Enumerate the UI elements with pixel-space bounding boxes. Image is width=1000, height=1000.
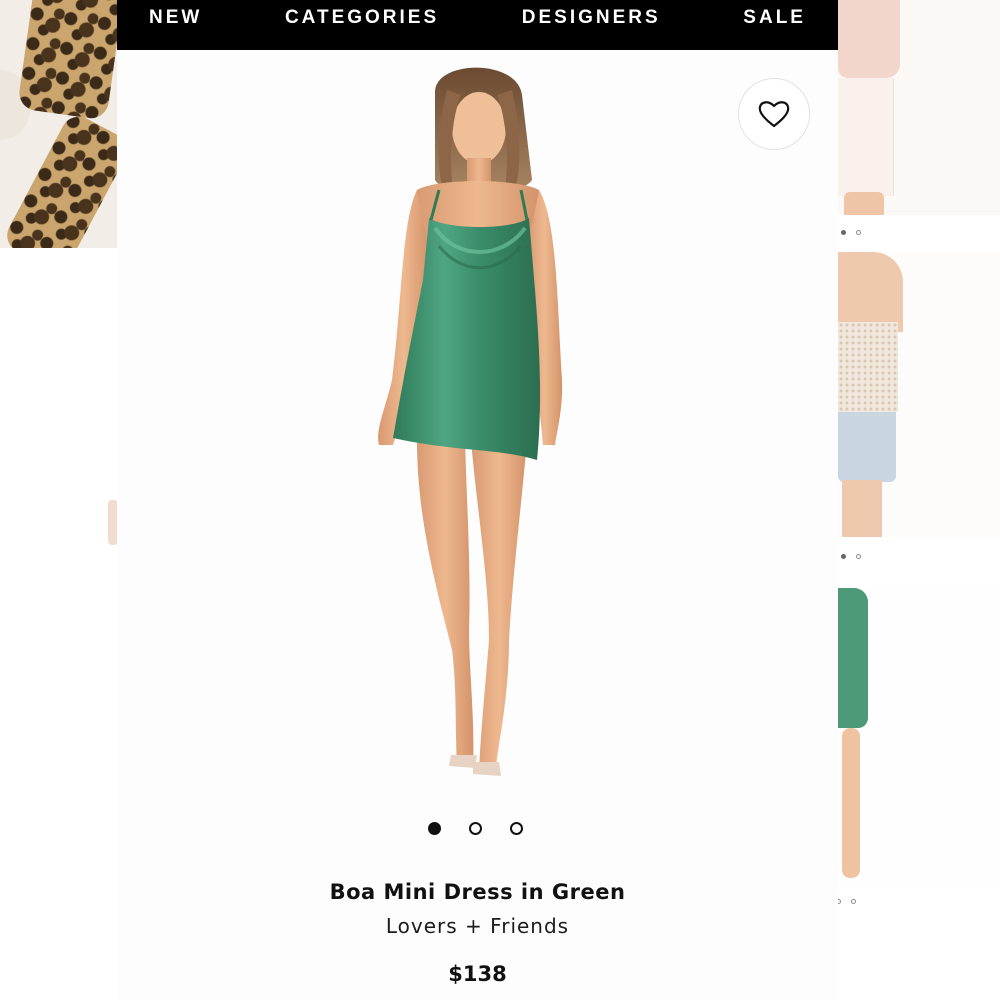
carousel-dot bbox=[851, 899, 856, 904]
model-leg-right bbox=[471, 440, 527, 772]
wishlist-button[interactable] bbox=[738, 78, 810, 150]
model-heel-right bbox=[473, 762, 501, 776]
thumbnail-green-dress bbox=[838, 588, 868, 728]
carousel-dot bbox=[841, 554, 846, 559]
model-face bbox=[452, 92, 506, 164]
carousel-dot bbox=[841, 230, 846, 235]
product-brand[interactable]: Lovers + Friends bbox=[117, 914, 838, 938]
thumbnail-carousel-dots bbox=[841, 230, 861, 235]
carousel-dot-3[interactable] bbox=[510, 822, 523, 835]
thumbnail-denim-shorts bbox=[838, 412, 896, 482]
neighbor-product-thumbnail-left[interactable] bbox=[0, 0, 117, 248]
model-heel-left bbox=[449, 755, 477, 768]
carousel-dot bbox=[856, 230, 861, 235]
thumbnail-carousel-dots bbox=[836, 899, 856, 904]
neighbor-product-thumbnail-right-2[interactable] bbox=[838, 252, 1000, 537]
thumbnail-garment-top bbox=[838, 0, 900, 78]
carousel-dot bbox=[856, 554, 861, 559]
product-image[interactable] bbox=[117, 50, 838, 810]
thumbnail-carousel-dots bbox=[841, 554, 861, 559]
heart-outline-icon bbox=[758, 101, 790, 128]
thumbnail-model-back bbox=[838, 252, 903, 332]
product-name[interactable]: Boa Mini Dress in Green bbox=[117, 880, 838, 904]
neighbor-product-thumbnail-right-3[interactable] bbox=[838, 588, 1000, 888]
nav-sale[interactable]: SALE bbox=[743, 7, 806, 29]
image-carousel-dots bbox=[428, 822, 523, 835]
thumbnail-model-leg bbox=[842, 480, 882, 537]
carousel-dot-1[interactable] bbox=[428, 822, 441, 835]
top-navigation-bar: NEW CATEGORIES DESIGNERS SALE bbox=[117, 0, 838, 50]
nav-categories[interactable]: CATEGORIES bbox=[285, 7, 439, 29]
model-leg-left bbox=[417, 440, 474, 765]
thumbnail-model-leg bbox=[844, 192, 884, 215]
carousel-dot-2[interactable] bbox=[469, 822, 482, 835]
leopard-print-fabric bbox=[17, 0, 117, 121]
product-price: $138 bbox=[448, 962, 507, 986]
neighbor-product-thumbnail-right-1[interactable] bbox=[838, 0, 1000, 215]
thumbnail-model-leg bbox=[842, 728, 860, 878]
nav-new[interactable]: NEW bbox=[149, 7, 202, 29]
product-listing-page: NEW CATEGORIES DESIGNERS SALE Boa Mini D… bbox=[0, 0, 1000, 1000]
thumbnail-crochet-top bbox=[838, 322, 898, 412]
nav-designers[interactable]: DESIGNERS bbox=[522, 7, 661, 29]
thumbnail-garment-skirt bbox=[838, 78, 894, 196]
